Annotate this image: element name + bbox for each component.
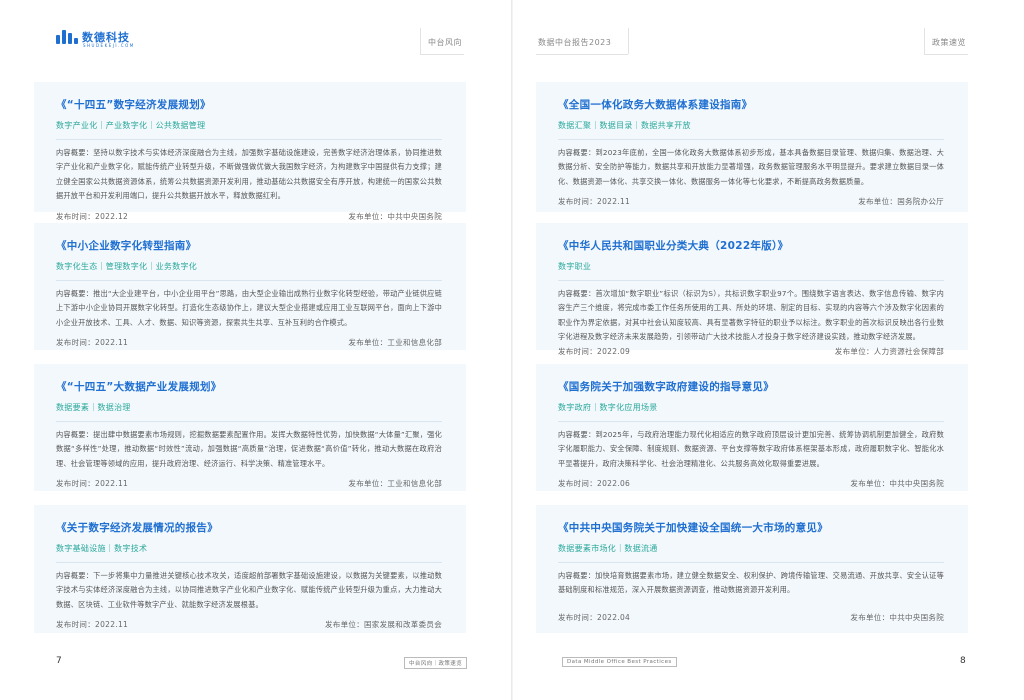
header-line (536, 54, 628, 55)
section-label: 中台风向 (428, 38, 462, 47)
policy-summary: 内容概要：到2025年，与政府治理能力现代化相适应的数字政府顶层设计更加完善、统… (558, 428, 944, 471)
divider (56, 280, 442, 281)
policy-summary: 内容概要：坚持以数字技术与实体经济深度融合为主线，加强数字基础设施建设，完善数字… (56, 146, 442, 204)
divider (558, 562, 944, 563)
policy-title: 《中华人民共和国职业分类大典（2022年版）》 (558, 240, 789, 252)
divider (558, 280, 944, 281)
policy-tags: 数字职业 (558, 262, 592, 271)
policy-card: 《中小企业数字化转型指南》 数字化生态｜管理数字化｜业务数字化 内容概要：推出“… (34, 223, 466, 350)
policy-title: 《国务院关于加强数字政府建设的指导意见》 (558, 381, 774, 393)
policy-card: 《中共中央国务院关于加快建设全国统一大市场的意见》 数据要素市场化｜数据流通 内… (536, 505, 968, 633)
summary-text: 到2025年，与政府治理能力现代化相适应的数字政府顶层设计更加完善、统筹协调机制… (558, 430, 944, 468)
policy-tags: 数字政府｜数字化应用场景 (558, 403, 658, 412)
header-line (924, 54, 968, 55)
policy-title: 《“十四五”数字经济发展规划》 (56, 99, 211, 111)
policy-meta: 发布时间：2022.09 发布单位：人力资源社会保障部 (558, 346, 944, 357)
logo-icon (56, 30, 78, 44)
publish-date: 发布时间：2022.12 (56, 211, 129, 221)
publish-unit: 发布单位：中共中央国务院 (850, 479, 944, 489)
summary-text: 推出“大企业建平台，中小企业用平台”思路，由大型企业输出成熟行业数字化转型经验，… (56, 289, 442, 327)
publish-unit: 发布单位：中共中央国务院 (348, 211, 442, 221)
summary-prefix: 内容概要： (558, 430, 596, 439)
policy-summary: 内容概要：加快培育数据要素市场，建立健全数据安全、权利保护、跨境传输管理、交易流… (558, 569, 944, 598)
page-number-left: 7 (56, 656, 62, 666)
policy-meta: 发布时间：2022.12 发布单位：中共中央国务院 (56, 211, 442, 222)
header-tick (420, 28, 421, 54)
policy-tags: 数据汇聚｜数据目录｜数据共享开放 (558, 121, 691, 130)
publish-date: 发布时间：2022.11 (558, 197, 631, 207)
publish-date: 发布时间：2022.11 (56, 479, 129, 489)
policy-title: 《中共中央国务院关于加快建设全国统一大市场的意见》 (558, 522, 828, 534)
summary-prefix: 内容概要： (56, 148, 94, 157)
summary-prefix: 内容概要： (558, 148, 596, 157)
logo-subtext: SHUDEKEJI.COM (83, 43, 135, 48)
divider (558, 139, 944, 140)
brand-logo: 数德科技 (56, 30, 130, 44)
policy-title: 《中小企业数字化转型指南》 (56, 240, 197, 252)
summary-text: 提出肆中数据要素市场规则，挖掘数据要素配置作用。发挥大数据特性优势，加快数据“大… (56, 430, 442, 468)
publish-unit: 发布单位：国务院办公厅 (858, 197, 944, 207)
publish-unit: 发布单位：工业和信息化部 (348, 479, 442, 489)
policy-title: 《全国一体化政务大数据体系建设指南》 (558, 99, 753, 111)
policy-tags: 数字化生态｜管理数字化｜业务数字化 (56, 262, 198, 271)
summary-text: 下一步将集中力量推进关键核心技术攻关，适度超前部署数字基础设施建设，以数据为关键… (56, 571, 442, 609)
policy-title: 《“十四五”大数据产业发展规划》 (56, 381, 222, 393)
policy-summary: 内容概要：下一步将集中力量推进关键核心技术攻关，适度超前部署数字基础设施建设，以… (56, 569, 442, 612)
policy-card: 《国务院关于加强数字政府建设的指导意见》 数字政府｜数字化应用场景 内容概要：到… (536, 364, 968, 491)
policy-tags: 数据要素市场化｜数据流通 (558, 544, 658, 553)
divider (558, 421, 944, 422)
policy-meta: 发布时间：2022.11 发布单位：国务院办公厅 (558, 196, 944, 207)
policy-tags: 数字产业化｜产业数字化｜公共数据管理 (56, 121, 206, 130)
publish-date: 发布时间：2022.04 (558, 612, 631, 622)
policy-summary: 内容概要：首次增加“数字职业”标识（标识为S），共标识数字职业97个。围绕数字语… (558, 287, 944, 345)
policy-meta: 发布时间：2022.04 发布单位：中共中央国务院 (558, 612, 944, 623)
policy-meta: 发布时间：2022.11 发布单位：工业和信息化部 (56, 337, 442, 348)
header-tick (628, 28, 629, 54)
report-title-label: 数据中台报告2023 (538, 38, 612, 47)
policy-summary: 内容概要：推出“大企业建平台，中小企业用平台”思路，由大型企业输出成熟行业数字化… (56, 287, 442, 330)
policy-meta: 发布时间：2022.11 发布单位：工业和信息化部 (56, 478, 442, 489)
section-label: 政策速览 (932, 38, 966, 47)
policy-title: 《关于数字经济发展情况的报告》 (56, 522, 218, 534)
summary-prefix: 内容概要： (558, 571, 596, 580)
header-line (420, 54, 464, 55)
summary-prefix: 内容概要： (558, 289, 596, 298)
header-tick (924, 28, 925, 54)
footer-section-tag: 中台风向｜政策速览 (404, 657, 468, 669)
policy-card: 《“十四五”数字经济发展规划》 数字产业化｜产业数字化｜公共数据管理 内容概要：… (34, 82, 466, 221)
publish-date: 发布时间：2022.11 (56, 338, 129, 348)
summary-text: 加快培育数据要素市场，建立健全数据安全、权利保护、跨境传输管理、交易流通、开放共… (558, 571, 944, 595)
summary-prefix: 内容概要： (56, 289, 94, 298)
summary-text: 坚持以数字技术与实体经济深度融合为主线，加强数字基础设施建设，完善数字经济治理体… (56, 148, 442, 201)
policy-tags: 数据要素｜数据治理 (56, 403, 131, 412)
divider (56, 421, 442, 422)
logo-text: 数德科技 (82, 30, 130, 44)
publish-unit: 发布单位：中共中央国务院 (850, 612, 944, 622)
policy-card: 《“十四五”大数据产业发展规划》 数据要素｜数据治理 内容概要：提出肆中数据要素… (34, 364, 466, 491)
publish-date: 发布时间：2022.09 (558, 346, 631, 356)
footer-report-tag: Data Middle Office Best Practices (562, 657, 677, 667)
divider (56, 139, 442, 140)
policy-card: 《关于数字经济发展情况的报告》 数字基础设施｜数字技术 内容概要：下一步将集中力… (34, 505, 466, 633)
page-number-right: 8 (960, 656, 966, 666)
summary-text: 到2023年底前，全国一体化政务大数据体系初步形成，基本具备数据目录管理、数据归… (558, 148, 944, 186)
policy-card: 《全国一体化政务大数据体系建设指南》 数据汇聚｜数据目录｜数据共享开放 内容概要… (536, 82, 968, 212)
policy-tags: 数字基础设施｜数字技术 (56, 544, 148, 553)
publish-unit: 发布单位：人力资源社会保障部 (834, 346, 944, 356)
policy-card: 《中华人民共和国职业分类大典（2022年版）》 数字职业 内容概要：首次增加“数… (536, 223, 968, 356)
divider (56, 562, 442, 563)
policy-meta: 发布时间：2022.06 发布单位：中共中央国务院 (558, 478, 944, 489)
publish-date: 发布时间：2022.06 (558, 479, 631, 489)
book-spine (511, 0, 513, 700)
publish-unit: 发布单位：国家发展和改革委员会 (325, 620, 442, 630)
summary-prefix: 内容概要： (56, 430, 94, 439)
policy-summary: 内容概要：到2023年底前，全国一体化政务大数据体系初步形成，基本具备数据目录管… (558, 146, 944, 189)
publish-unit: 发布单位：工业和信息化部 (348, 338, 442, 348)
policy-summary: 内容概要：提出肆中数据要素市场规则，挖掘数据要素配置作用。发挥大数据特性优势，加… (56, 428, 442, 471)
publish-date: 发布时间：2022.11 (56, 620, 129, 630)
summary-prefix: 内容概要： (56, 571, 94, 580)
summary-text: 首次增加“数字职业”标识（标识为S），共标识数字职业97个。围绕数字语言表达、数… (558, 289, 944, 342)
policy-meta: 发布时间：2022.11 发布单位：国家发展和改革委员会 (56, 619, 442, 630)
